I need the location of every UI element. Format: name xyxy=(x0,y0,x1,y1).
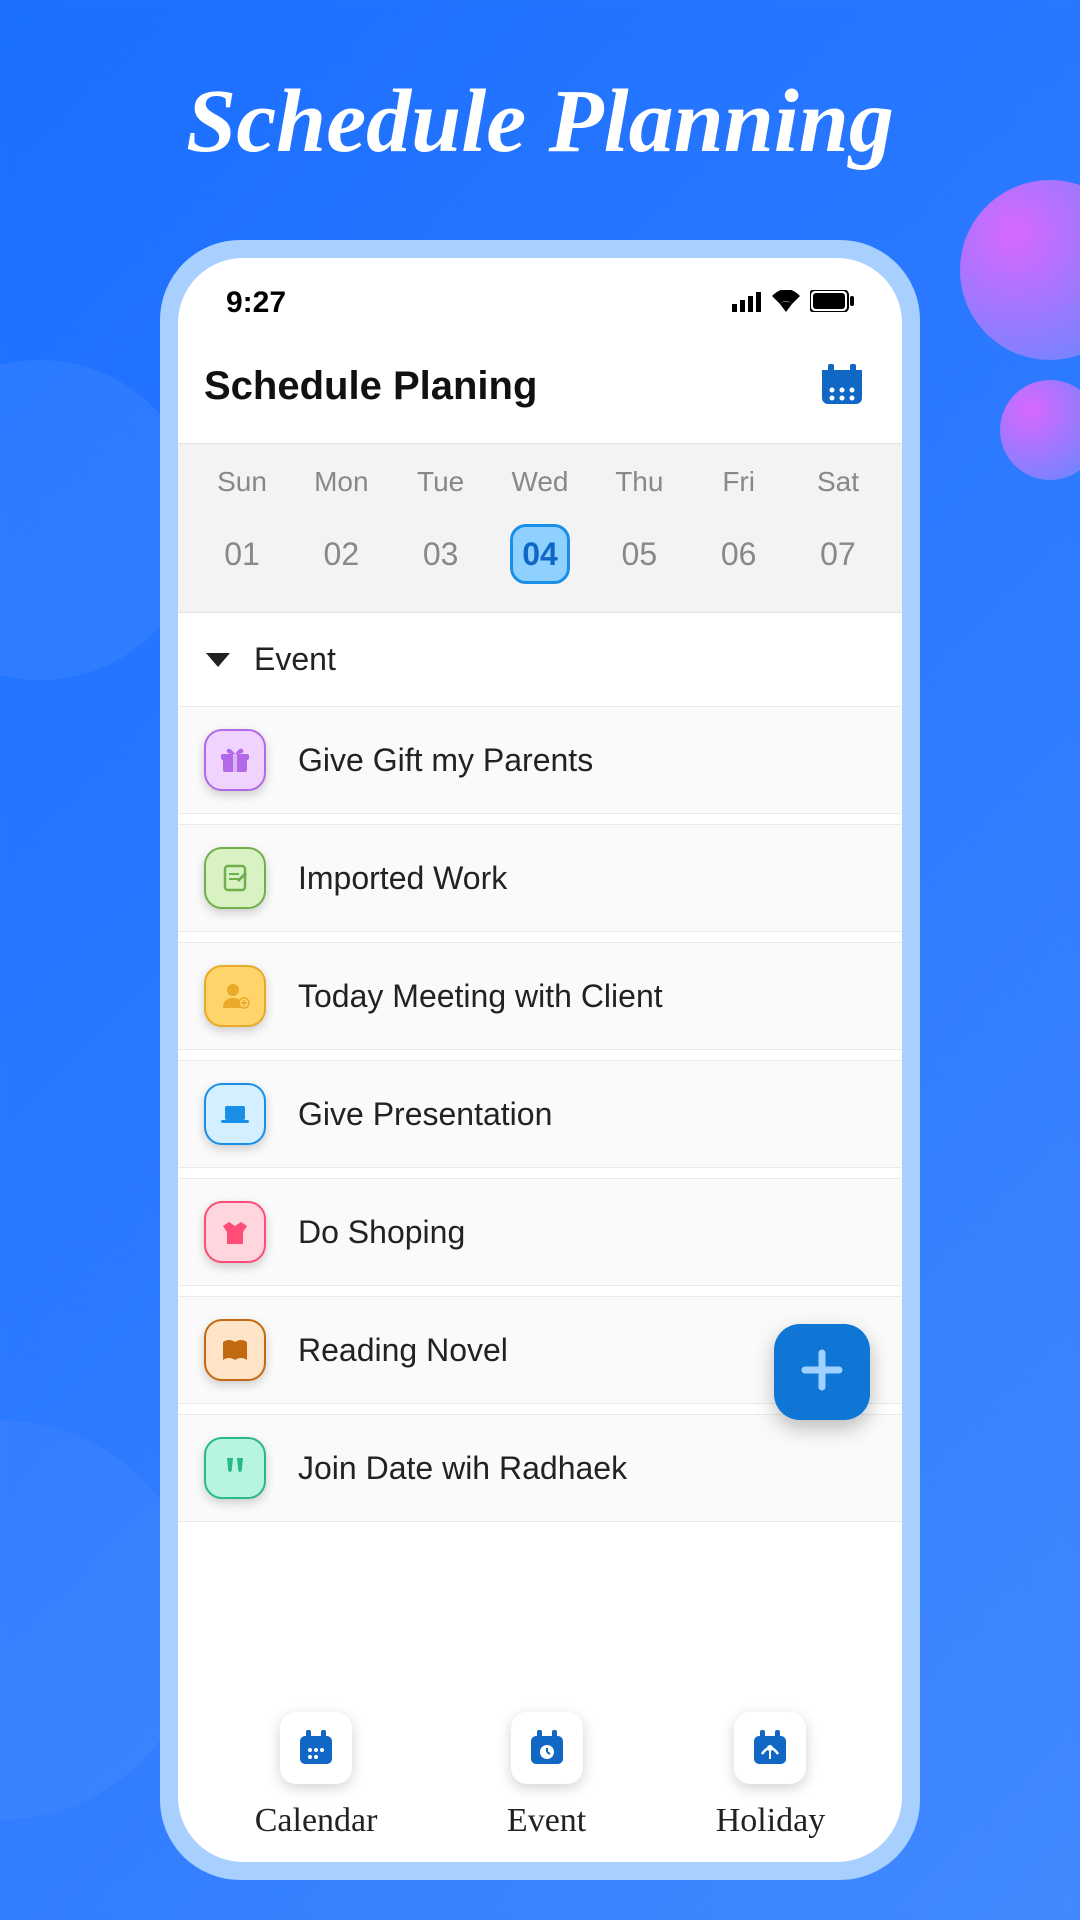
wifi-icon xyxy=(772,286,800,320)
nav-item-calendar[interactable]: Calendar xyxy=(255,1712,378,1840)
day-label: Wed xyxy=(511,466,568,498)
day-cell[interactable]: Fri 06 xyxy=(699,466,779,584)
event-label: Give Presentation xyxy=(298,1096,552,1133)
day-number: 01 xyxy=(212,524,272,584)
day-label: Tue xyxy=(417,466,464,498)
event-label: Join Date wih Radhaek xyxy=(298,1450,627,1487)
nav-label: Event xyxy=(507,1802,586,1840)
person-add-icon xyxy=(204,965,266,1027)
status-icons xyxy=(732,286,854,320)
event-label: Give Gift my Parents xyxy=(298,742,593,779)
bg-decoration xyxy=(960,180,1080,360)
cheers-icon xyxy=(204,1437,266,1499)
event-section-toggle[interactable]: Event xyxy=(178,613,902,706)
day-label: Mon xyxy=(314,466,368,498)
bg-decoration xyxy=(1000,380,1080,480)
event-label: Imported Work xyxy=(298,860,507,897)
day-cell[interactable]: Sat 07 xyxy=(798,466,878,584)
status-bar: 9:27 xyxy=(178,258,902,336)
day-label: Sun xyxy=(217,466,267,498)
day-number: 02 xyxy=(311,524,371,584)
event-item[interactable]: Give Gift my Parents xyxy=(178,706,902,814)
app-header: Schedule Planing xyxy=(178,336,902,444)
nav-item-holiday[interactable]: Holiday xyxy=(716,1712,826,1840)
day-label: Sat xyxy=(817,466,859,498)
day-cell[interactable]: Mon 02 xyxy=(301,466,381,584)
day-number: 04 xyxy=(510,524,570,584)
gift-icon xyxy=(204,729,266,791)
book-icon xyxy=(204,1319,266,1381)
section-title: Event xyxy=(254,641,336,678)
status-time: 9:27 xyxy=(226,286,286,320)
note-icon xyxy=(204,847,266,909)
day-number: 05 xyxy=(609,524,669,584)
day-cell[interactable]: Tue 03 xyxy=(401,466,481,584)
chevron-down-icon xyxy=(206,653,230,667)
day-number: 03 xyxy=(411,524,471,584)
event-item[interactable]: Today Meeting with Client xyxy=(178,942,902,1050)
bottom-nav: Calendar Event Holiday xyxy=(178,1712,902,1840)
holiday-icon xyxy=(734,1712,806,1784)
event-item[interactable]: Imported Work xyxy=(178,824,902,932)
event-item[interactable]: Do Shoping xyxy=(178,1178,902,1286)
add-event-button[interactable] xyxy=(774,1324,870,1420)
event-icon xyxy=(511,1712,583,1784)
nav-item-event[interactable]: Event xyxy=(507,1712,586,1840)
day-number: 07 xyxy=(808,524,868,584)
calendar-toggle-icon[interactable] xyxy=(820,362,864,411)
event-item[interactable]: Give Presentation xyxy=(178,1060,902,1168)
day-label: Thu xyxy=(615,466,663,498)
day-cell[interactable]: Wed 04 xyxy=(500,466,580,584)
phone-screen: 9:27 Schedule Planing Sun 01 Mon 02 Tue 03 Wed… xyxy=(178,258,902,1862)
battery-icon xyxy=(810,286,854,320)
calendar-icon xyxy=(280,1712,352,1784)
plus-icon xyxy=(797,1345,847,1400)
event-label: Today Meeting with Client xyxy=(298,978,663,1015)
promo-title: Schedule Planning xyxy=(0,0,1080,173)
nav-label: Calendar xyxy=(255,1802,378,1840)
page-title: Schedule Planing xyxy=(204,364,537,409)
event-item[interactable]: Join Date wih Radhaek xyxy=(178,1414,902,1522)
day-label: Fri xyxy=(722,466,755,498)
nav-label: Holiday xyxy=(716,1802,826,1840)
signal-icon xyxy=(732,286,762,320)
event-label: Do Shoping xyxy=(298,1214,465,1251)
day-number: 06 xyxy=(709,524,769,584)
shirt-icon xyxy=(204,1201,266,1263)
day-cell[interactable]: Thu 05 xyxy=(599,466,679,584)
phone-frame: 9:27 Schedule Planing Sun 01 Mon 02 Tue 03 Wed… xyxy=(160,240,920,1880)
week-row: Sun 01 Mon 02 Tue 03 Wed 04 Thu 05 Fri 06 Sat 07 xyxy=(178,444,902,613)
day-cell[interactable]: Sun 01 xyxy=(202,466,282,584)
event-label: Reading Novel xyxy=(298,1332,508,1369)
laptop-icon xyxy=(204,1083,266,1145)
